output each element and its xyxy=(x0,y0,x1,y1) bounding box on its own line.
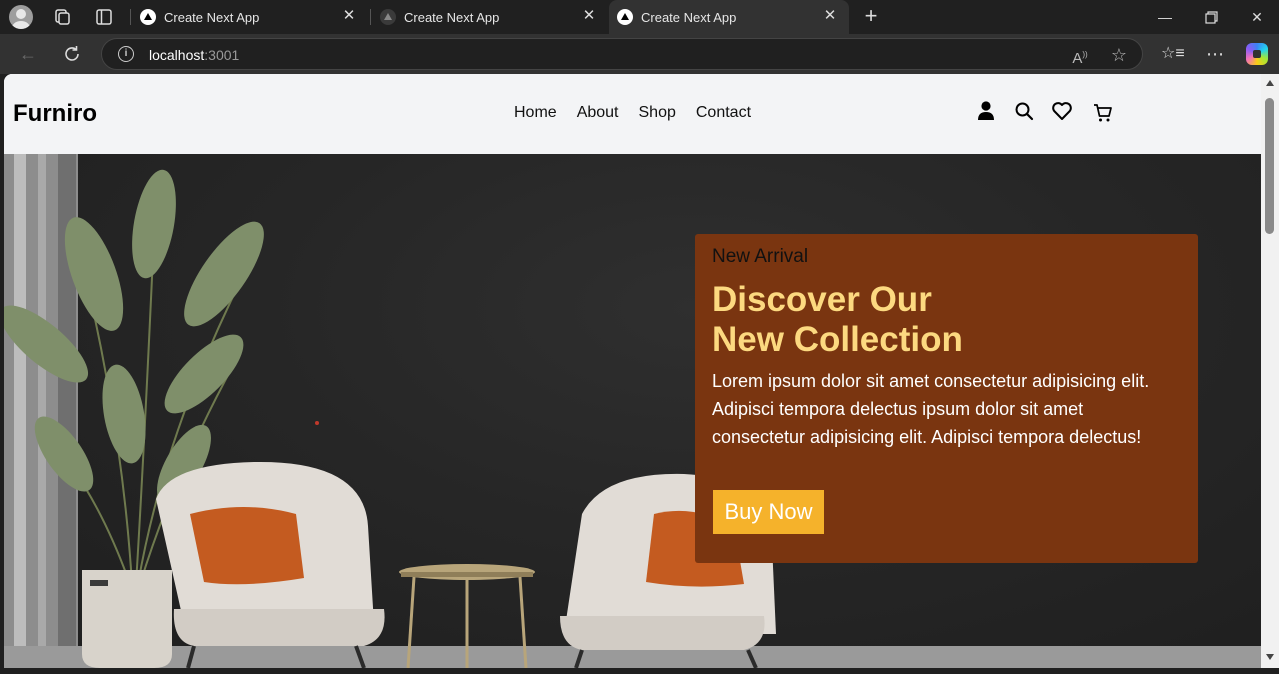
copilot-icon[interactable] xyxy=(1246,43,1268,65)
search-icon[interactable] xyxy=(1013,100,1035,122)
nextjs-favicon-icon xyxy=(617,9,633,25)
window-close-icon[interactable]: ✕ xyxy=(1245,6,1269,28)
hero-title-line-2: New Collection xyxy=(712,320,963,359)
nav-home-link[interactable]: Home xyxy=(514,104,557,122)
profile-avatar-icon[interactable] xyxy=(9,5,33,29)
tab-separator xyxy=(130,9,131,25)
tab-title: Create Next App xyxy=(164,10,260,25)
scroll-up-arrow-icon[interactable] xyxy=(1266,80,1274,86)
tab-title: Create Next App xyxy=(641,10,737,25)
minimize-icon[interactable]: — xyxy=(1153,6,1177,28)
tab-close-icon[interactable]: ✕ xyxy=(580,7,598,25)
url-text: localhost:3001 xyxy=(149,47,240,63)
nav-shop-link[interactable]: Shop xyxy=(639,104,676,122)
nav-about-link[interactable]: About xyxy=(577,104,619,122)
user-icon[interactable] xyxy=(975,100,997,122)
site-info-icon[interactable]: i xyxy=(118,46,134,62)
new-arrival-card: New Arrival Discover Our New Collection … xyxy=(695,234,1198,563)
page-scrollbar[interactable] xyxy=(1261,74,1279,668)
cart-icon[interactable] xyxy=(1092,102,1114,124)
browser-tab-bar: Create Next App ✕ Create Next App ✕ Crea… xyxy=(0,0,1279,34)
browser-tab-3-active[interactable]: Create Next App ✕ xyxy=(609,0,849,34)
window-bottom-edge xyxy=(0,668,1279,674)
browser-tab-1[interactable]: Create Next App ✕ xyxy=(132,0,368,34)
main-nav: Home About Shop Contact xyxy=(514,104,751,122)
tab-title: Create Next App xyxy=(404,10,500,25)
back-arrow-icon[interactable]: ← xyxy=(17,43,39,65)
page-viewport: Furniro Home About Shop Contact New Arri… xyxy=(4,74,1261,668)
site-header: Furniro Home About Shop Contact xyxy=(4,74,1261,154)
scrollbar-thumb[interactable] xyxy=(1265,98,1274,234)
reload-icon[interactable] xyxy=(61,43,83,65)
browser-tab-2[interactable]: Create Next App ✕ xyxy=(372,0,608,34)
workspaces-icon[interactable] xyxy=(52,7,72,27)
hero-title: Discover Our New Collection xyxy=(712,280,963,360)
eyebrow-label: New Arrival xyxy=(712,246,809,267)
nextjs-favicon-icon xyxy=(380,9,396,25)
new-tab-icon[interactable]: + xyxy=(860,5,882,28)
address-bar[interactable]: i localhost:3001 A)) ☆ xyxy=(101,38,1143,70)
site-logo[interactable]: Furniro xyxy=(13,100,97,128)
vertical-tabs-icon[interactable] xyxy=(94,7,114,27)
hero-title-line-1: Discover Our xyxy=(712,280,932,319)
tab-close-icon[interactable]: ✕ xyxy=(340,7,358,25)
hero-description: Lorem ipsum dolor sit amet consectetur a… xyxy=(712,371,1150,447)
restore-icon[interactable] xyxy=(1199,6,1223,28)
nav-contact-link[interactable]: Contact xyxy=(696,104,751,122)
scroll-down-arrow-icon[interactable] xyxy=(1266,654,1274,660)
hero-section: New Arrival Discover Our New Collection … xyxy=(4,154,1261,668)
buy-now-button[interactable]: Buy Now xyxy=(713,490,824,534)
browser-toolbar: ← i localhost:3001 A)) ☆ ☆≡ ⋯ xyxy=(0,34,1279,74)
tab-separator xyxy=(370,9,371,25)
nextjs-favicon-icon xyxy=(140,9,156,25)
favorites-list-icon[interactable]: ☆≡ xyxy=(1161,43,1185,65)
more-options-icon[interactable]: ⋯ xyxy=(1204,43,1226,65)
heart-icon[interactable] xyxy=(1051,100,1073,122)
favorite-star-icon[interactable]: ☆ xyxy=(1109,45,1129,65)
read-aloud-icon[interactable]: A)) xyxy=(1070,45,1090,67)
tab-close-icon[interactable]: ✕ xyxy=(821,7,839,25)
